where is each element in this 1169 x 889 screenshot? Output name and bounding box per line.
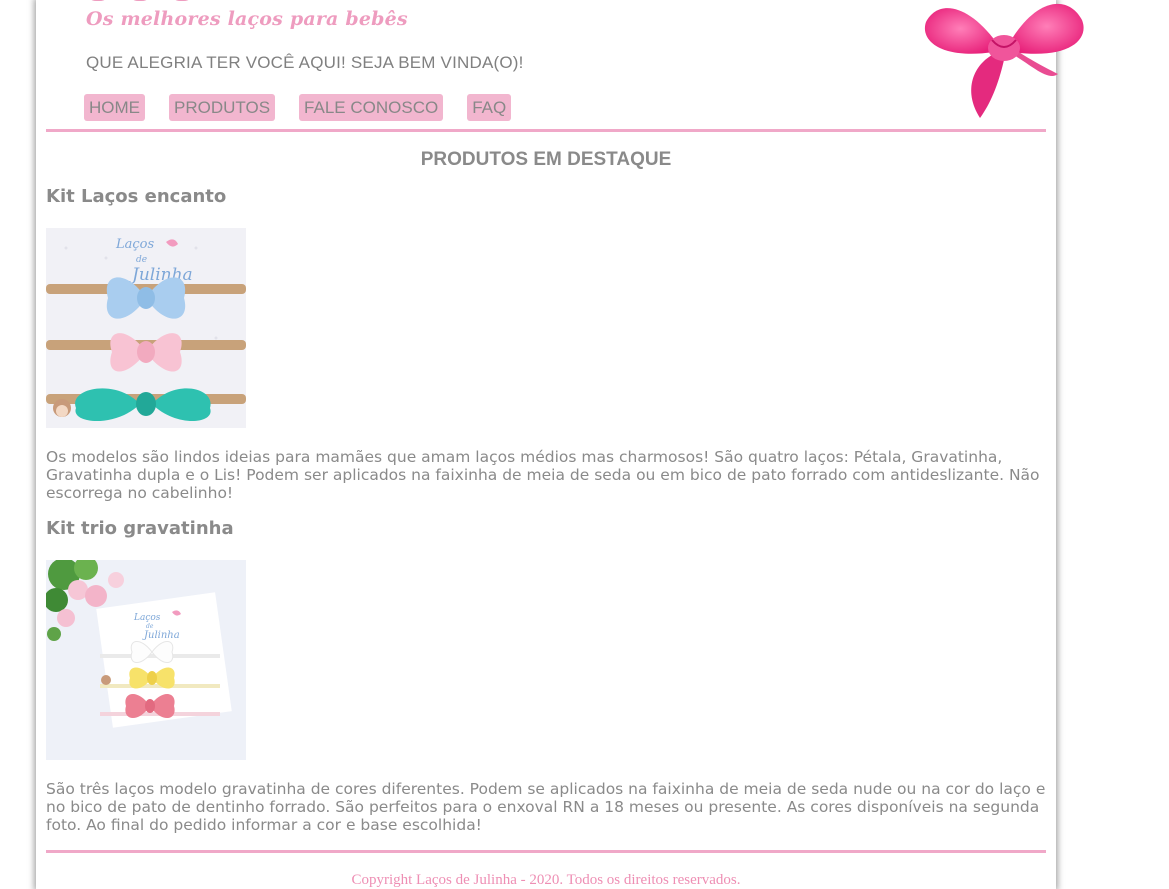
pink-bow-icon <box>924 3 1084 118</box>
footer-copyright: Copyright Laços de Julinha - 2020. Todos… <box>351 872 741 888</box>
page-container: Os melhores laços para bebês QUE ALEGRIA… <box>36 0 1084 889</box>
product-description: Os modelos são lindos ideias para mamães… <box>46 448 1040 502</box>
product-image[interactable]: Laços de Julinha <box>46 560 246 760</box>
nav-fale-conosco-link[interactable]: FALE CONOSCO <box>299 94 444 121</box>
site-tagline: Os melhores laços para bebês <box>86 8 408 30</box>
image-logo-text: Laços <box>115 237 154 252</box>
image-logo-text: Julinha <box>142 630 180 641</box>
nav-produtos-link[interactable]: PRODUTOS <box>169 94 276 121</box>
bow-kit-photo-icon: Laços de Julinha <box>46 560 246 760</box>
bow-kit-photo-icon: Laços de Julinha <box>46 228 246 428</box>
image-logo-text: de <box>136 255 147 265</box>
site-logo[interactable] <box>86 0 246 2</box>
product-title: Kit Laços encanto <box>46 186 227 207</box>
header-divider <box>46 129 1046 132</box>
image-logo-text: de <box>146 623 154 630</box>
product-image[interactable]: Laços de Julinha <box>46 228 246 428</box>
nav-home-link[interactable]: HOME <box>84 94 145 121</box>
main-nav: HOME PRODUTOS FALE CONOSCO FAQ <box>84 94 512 121</box>
footer-divider <box>46 850 1046 853</box>
welcome-message: QUE ALEGRIA TER VOCÊ AQUI! SEJA BEM VIND… <box>86 53 524 72</box>
nav-faq-link[interactable]: FAQ <box>467 94 512 121</box>
image-logo-text: Laços <box>133 613 161 623</box>
product-title: Kit trio gravatinha <box>46 518 234 539</box>
section-title: PRODUTOS EM DESTAQUE <box>420 149 672 170</box>
product-description: São três laços modelo gravatinha de core… <box>46 780 1046 834</box>
